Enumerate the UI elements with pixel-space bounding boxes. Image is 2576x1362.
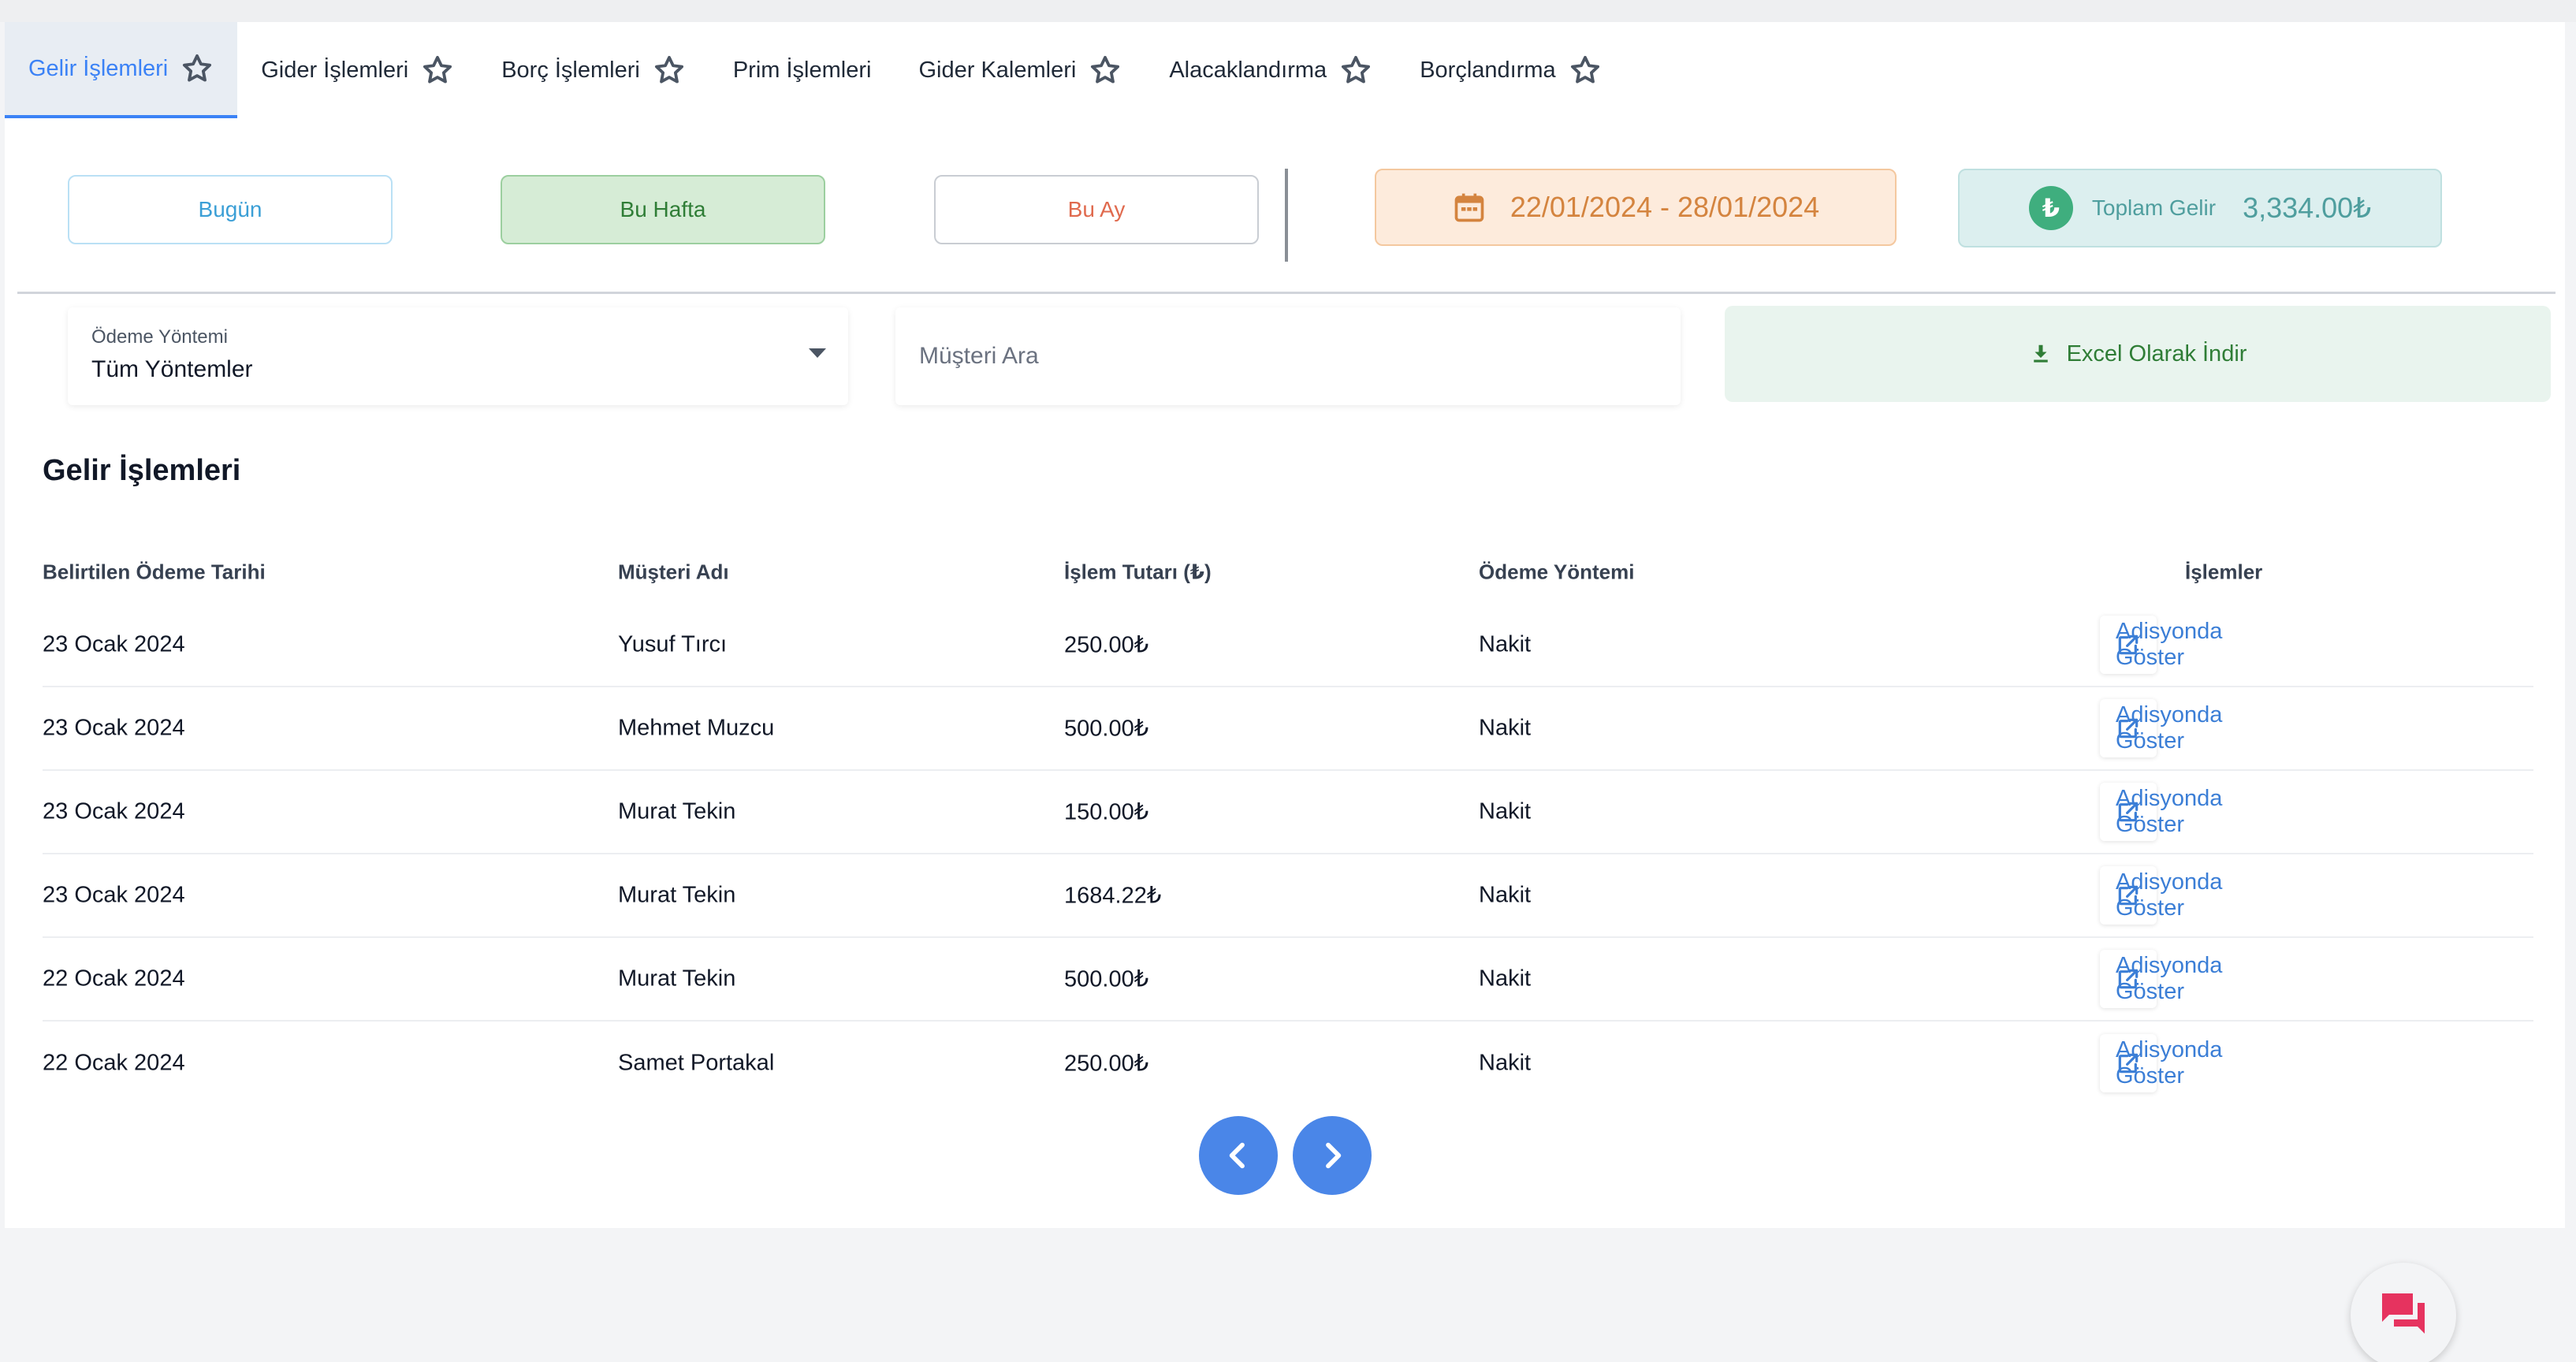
show-in-receipt-label: Adisyonda Göster [2116,953,2223,1004]
cell-amount: 250.00₺ [1064,1051,1149,1077]
header-actions: İşlemler [2185,560,2263,584]
tab-borclandirma[interactable]: Borçlandırma [1396,22,1625,118]
tab-borc-islemleri[interactable]: Borç İşlemleri [478,22,709,118]
excel-download-label: Excel Olarak İndir [2066,340,2247,367]
show-in-receipt-button[interactable]: Adisyonda Göster [2100,1034,2222,1092]
cell-date: 23 Ocak 2024 [43,715,185,741]
show-in-receipt-button[interactable]: Adisyonda Göster [2100,866,2222,925]
customer-search-input[interactable] [895,307,1681,405]
tab-label: Gelir İşlemleri [28,55,169,81]
cell-customer: Samet Portakal [618,1050,775,1076]
payment-method-label: Ödeme Yöntemi [91,326,228,348]
caret-down-icon [809,348,826,358]
total-income-label: Toplam Gelir [2091,195,2217,220]
cell-customer: Mehmet Muzcu [618,715,775,741]
show-in-receipt-label: Adisyonda Göster [2116,619,2223,670]
next-page-button[interactable] [1293,1116,1372,1195]
star-icon[interactable] [421,54,454,87]
table-row: 23 Ocak 2024 Murat Tekin 1684.22₺ Nakit … [43,854,2533,938]
show-in-receipt-label: Adisyonda Göster [2116,702,2223,754]
cell-date: 23 Ocak 2024 [43,882,185,908]
chevron-left-icon [1229,1142,1245,1169]
cell-method: Nakit [1479,966,1532,992]
table-row: 23 Ocak 2024 Mehmet Muzcu 500.00₺ Nakit … [43,687,2533,771]
cell-customer: Murat Tekin [618,798,736,824]
star-icon[interactable] [1569,54,1602,87]
table-row: 23 Ocak 2024 Yusuf Tırcı 250.00₺ Nakit A… [43,604,2533,687]
main-card: Gelir İşlemleri Gider İşlemleri Borç İşl… [5,22,2565,1228]
total-income-value: 3,334.00₺ [2243,192,2372,224]
cell-amount: 150.00₺ [1064,799,1149,825]
tab-alacaklandirma[interactable]: Alacaklandırma [1145,22,1396,118]
total-income-card: ₺ Toplam Gelir 3,334.00₺ [1958,169,2442,247]
star-icon[interactable] [1339,54,1372,87]
cell-date: 23 Ocak 2024 [43,631,185,657]
chevron-right-icon [1326,1142,1342,1169]
cell-date: 22 Ocak 2024 [43,966,185,992]
table-header: Belirtilen Ödeme Tarihi Müşteri Adı İşle… [43,542,2533,602]
tab-label: Prim İşlemleri [732,57,872,83]
tab-gider-kalemleri[interactable]: Gider Kalemleri [895,22,1145,118]
cell-method: Nakit [1479,631,1532,657]
star-icon[interactable] [653,54,686,87]
tab-bar: Gelir İşlemleri Gider İşlemleri Borç İşl… [5,22,1625,118]
header-amount: İşlem Tutarı (₺) [1064,560,1212,584]
show-in-receipt-label: Adisyonda Göster [2116,786,2223,837]
excel-download-button[interactable]: Excel Olarak İndir [1725,306,2551,402]
vertical-divider [1285,169,1288,262]
download-icon [2033,344,2048,363]
cell-method: Nakit [1479,882,1532,908]
cell-customer: Murat Tekin [618,882,736,908]
tab-label: Alacaklandırma [1169,57,1327,83]
cell-date: 22 Ocak 2024 [43,1050,185,1076]
chat-icon [2382,1293,2425,1334]
tab-label: Borç İşlemleri [501,57,640,83]
tab-prim-islemleri[interactable]: Prim İşlemleri [709,22,895,118]
table-row: 23 Ocak 2024 Murat Tekin 150.00₺ Nakit A… [43,771,2533,854]
tab-label: Gider İşlemleri [261,57,409,83]
cell-customer: Yusuf Tırcı [618,631,728,657]
payment-method-value: Tüm Yöntemler [91,356,253,382]
header-date: Belirtilen Ödeme Tarihi [43,560,266,584]
star-icon[interactable] [181,52,214,85]
cell-amount: 250.00₺ [1064,632,1149,658]
table-row: 22 Ocak 2024 Murat Tekin 500.00₺ Nakit A… [43,938,2533,1022]
section-title: Gelir İşlemleri [43,454,241,487]
show-in-receipt-label: Adisyonda Göster [2116,869,2223,921]
this-week-button[interactable]: Bu Hafta [501,175,825,244]
cell-method: Nakit [1479,1050,1532,1076]
this-month-button[interactable]: Bu Ay [934,175,1259,244]
date-range-picker[interactable]: 22/01/2024 - 28/01/2024 [1375,169,1897,246]
tab-label: Gider Kalemleri [918,57,1077,83]
cell-amount: 500.00₺ [1064,966,1149,992]
show-in-receipt-button[interactable]: Adisyonda Göster [2100,783,2222,841]
previous-page-button[interactable] [1199,1116,1278,1195]
payment-method-select[interactable]: Ödeme Yöntemi Tüm Yöntemler [68,307,848,405]
top-strip [0,0,2576,22]
cell-customer: Murat Tekin [618,966,736,992]
show-in-receipt-label: Adisyonda Göster [2116,1037,2223,1088]
chat-button[interactable] [2351,1263,2456,1362]
cell-amount: 1684.22₺ [1064,883,1162,909]
tab-gelir-islemleri[interactable]: Gelir İşlemleri [5,22,238,118]
show-in-receipt-button[interactable]: Adisyonda Göster [2100,699,2222,757]
calendar-icon [1454,193,1484,222]
show-in-receipt-button[interactable]: Adisyonda Göster [2100,616,2222,674]
cell-method: Nakit [1479,798,1532,824]
today-button[interactable]: Bugün [68,175,393,244]
table-body: 23 Ocak 2024 Yusuf Tırcı 250.00₺ Nakit A… [43,604,2533,1105]
date-range-text: 22/01/2024 - 28/01/2024 [1509,191,1820,223]
cell-method: Nakit [1479,715,1532,741]
tab-label: Borçlandırma [1420,57,1556,83]
header-customer: Müşteri Adı [618,560,729,584]
table-row: 22 Ocak 2024 Samet Portakal 250.00₺ Naki… [43,1022,2533,1105]
tab-gider-islemleri[interactable]: Gider İşlemleri [237,22,478,118]
header-method: Ödeme Yöntemi [1479,560,1635,584]
turkish-lira-icon: ₺ [2028,186,2073,230]
cell-amount: 500.00₺ [1064,716,1149,742]
show-in-receipt-button[interactable]: Adisyonda Göster [2100,950,2222,1008]
cell-date: 23 Ocak 2024 [43,798,185,824]
section-divider [17,292,2556,294]
star-icon[interactable] [1089,54,1122,87]
